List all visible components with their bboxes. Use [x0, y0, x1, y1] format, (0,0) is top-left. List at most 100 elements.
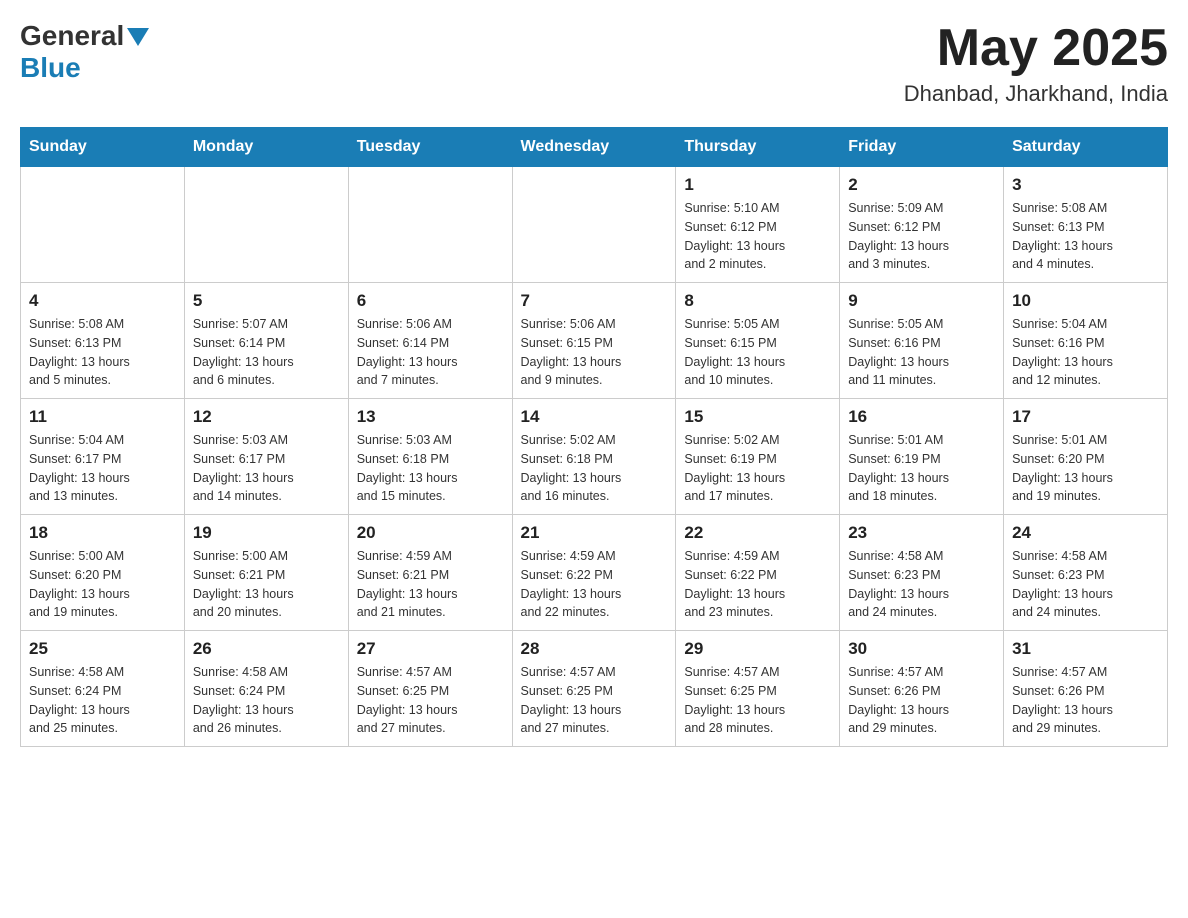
day-number: 15 [684, 407, 831, 427]
calendar-week-row: 18 Sunrise: 5:00 AM Sunset: 6:20 PM Dayli… [21, 515, 1168, 631]
day-number: 2 [848, 175, 995, 195]
logo-general-text: General [20, 20, 124, 52]
day-number: 28 [521, 639, 668, 659]
weekday-header-monday: Monday [184, 128, 348, 167]
day-info: Sunrise: 4:57 AM Sunset: 6:26 PM Dayligh… [1012, 663, 1159, 738]
day-number: 18 [29, 523, 176, 543]
day-number: 12 [193, 407, 340, 427]
calendar-cell [184, 167, 348, 283]
calendar-cell: 29 Sunrise: 4:57 AM Sunset: 6:25 PM Dayli… [676, 631, 840, 747]
day-number: 21 [521, 523, 668, 543]
weekday-header-wednesday: Wednesday [512, 128, 676, 167]
day-info: Sunrise: 5:01 AM Sunset: 6:20 PM Dayligh… [1012, 431, 1159, 506]
calendar-cell: 8 Sunrise: 5:05 AM Sunset: 6:15 PM Daylig… [676, 283, 840, 399]
calendar-cell: 7Sunrise: 5:06 AM Sunset: 6:15 PM Daylig… [512, 283, 676, 399]
day-number: 16 [848, 407, 995, 427]
calendar-cell: 23Sunrise: 4:58 AM Sunset: 6:23 PM Dayli… [840, 515, 1004, 631]
calendar-cell: 21Sunrise: 4:59 AM Sunset: 6:22 PM Dayli… [512, 515, 676, 631]
calendar-cell: 12 Sunrise: 5:03 AM Sunset: 6:17 PM Dayli… [184, 399, 348, 515]
day-info: Sunrise: 4:58 AM Sunset: 6:24 PM Dayligh… [193, 663, 340, 738]
calendar-cell: 24 Sunrise: 4:58 AM Sunset: 6:23 PM Dayli… [1004, 515, 1168, 631]
day-number: 8 [684, 291, 831, 311]
weekday-header-sunday: Sunday [21, 128, 185, 167]
day-number: 6 [357, 291, 504, 311]
day-number: 20 [357, 523, 504, 543]
day-number: 29 [684, 639, 831, 659]
day-number: 3 [1012, 175, 1159, 195]
day-info: Sunrise: 4:57 AM Sunset: 6:25 PM Dayligh… [521, 663, 668, 738]
calendar-cell: 10Sunrise: 5:04 AM Sunset: 6:16 PM Dayli… [1004, 283, 1168, 399]
day-number: 9 [848, 291, 995, 311]
day-number: 24 [1012, 523, 1159, 543]
calendar-cell: 9 Sunrise: 5:05 AM Sunset: 6:16 PM Daylig… [840, 283, 1004, 399]
day-number: 31 [1012, 639, 1159, 659]
calendar-cell: 11 Sunrise: 5:04 AM Sunset: 6:17 PM Dayli… [21, 399, 185, 515]
calendar-cell: 2 Sunrise: 5:09 AM Sunset: 6:12 PM Daylig… [840, 167, 1004, 283]
calendar-cell: 19 Sunrise: 5:00 AM Sunset: 6:21 PM Dayli… [184, 515, 348, 631]
calendar-cell: 1 Sunrise: 5:10 AM Sunset: 6:12 PM Daylig… [676, 167, 840, 283]
day-number: 11 [29, 407, 176, 427]
calendar-week-row: 25Sunrise: 4:58 AM Sunset: 6:24 PM Dayli… [21, 631, 1168, 747]
weekday-header-tuesday: Tuesday [348, 128, 512, 167]
day-number: 14 [521, 407, 668, 427]
calendar-cell: 15 Sunrise: 5:02 AM Sunset: 6:19 PM Dayli… [676, 399, 840, 515]
calendar-week-row: 1 Sunrise: 5:10 AM Sunset: 6:12 PM Daylig… [21, 167, 1168, 283]
calendar-cell: 28 Sunrise: 4:57 AM Sunset: 6:25 PM Dayli… [512, 631, 676, 747]
calendar-cell: 6 Sunrise: 5:06 AM Sunset: 6:14 PM Daylig… [348, 283, 512, 399]
day-info: Sunrise: 5:08 AM Sunset: 6:13 PM Dayligh… [1012, 199, 1159, 274]
day-info: Sunrise: 5:10 AM Sunset: 6:12 PM Dayligh… [684, 199, 831, 274]
day-info: Sunrise: 5:06 AM Sunset: 6:14 PM Dayligh… [357, 315, 504, 390]
calendar-cell [348, 167, 512, 283]
day-info: Sunrise: 5:02 AM Sunset: 6:19 PM Dayligh… [684, 431, 831, 506]
location-title: Dhanbad, Jharkhand, India [904, 81, 1168, 107]
day-info: Sunrise: 5:00 AM Sunset: 6:20 PM Dayligh… [29, 547, 176, 622]
day-info: Sunrise: 4:57 AM Sunset: 6:26 PM Dayligh… [848, 663, 995, 738]
calendar-cell: 13 Sunrise: 5:03 AM Sunset: 6:18 PM Dayli… [348, 399, 512, 515]
day-info: Sunrise: 5:01 AM Sunset: 6:19 PM Dayligh… [848, 431, 995, 506]
day-number: 10 [1012, 291, 1159, 311]
day-info: Sunrise: 5:05 AM Sunset: 6:15 PM Dayligh… [684, 315, 831, 390]
month-title: May 2025 [904, 20, 1168, 77]
day-info: Sunrise: 4:58 AM Sunset: 6:23 PM Dayligh… [848, 547, 995, 622]
day-info: Sunrise: 5:05 AM Sunset: 6:16 PM Dayligh… [848, 315, 995, 390]
day-info: Sunrise: 5:08 AM Sunset: 6:13 PM Dayligh… [29, 315, 176, 390]
calendar-cell: 30 Sunrise: 4:57 AM Sunset: 6:26 PM Dayli… [840, 631, 1004, 747]
day-info: Sunrise: 5:03 AM Sunset: 6:18 PM Dayligh… [357, 431, 504, 506]
calendar-cell [512, 167, 676, 283]
calendar-cell: 5 Sunrise: 5:07 AM Sunset: 6:14 PM Daylig… [184, 283, 348, 399]
day-number: 27 [357, 639, 504, 659]
calendar-cell: 25Sunrise: 4:58 AM Sunset: 6:24 PM Dayli… [21, 631, 185, 747]
calendar-cell: 27 Sunrise: 4:57 AM Sunset: 6:25 PM Dayli… [348, 631, 512, 747]
day-info: Sunrise: 4:57 AM Sunset: 6:25 PM Dayligh… [684, 663, 831, 738]
title-section: May 2025 Dhanbad, Jharkhand, India [904, 20, 1168, 107]
weekday-header-row: SundayMondayTuesdayWednesdayThursdayFrid… [21, 128, 1168, 167]
day-info: Sunrise: 5:04 AM Sunset: 6:17 PM Dayligh… [29, 431, 176, 506]
calendar-cell: 14 Sunrise: 5:02 AM Sunset: 6:18 PM Dayli… [512, 399, 676, 515]
day-info: Sunrise: 5:02 AM Sunset: 6:18 PM Dayligh… [521, 431, 668, 506]
day-number: 4 [29, 291, 176, 311]
calendar-table: SundayMondayTuesdayWednesdayThursdayFrid… [20, 127, 1168, 747]
day-number: 5 [193, 291, 340, 311]
day-info: Sunrise: 5:09 AM Sunset: 6:12 PM Dayligh… [848, 199, 995, 274]
day-info: Sunrise: 5:06 AM Sunset: 6:15 PM Dayligh… [521, 315, 668, 390]
day-number: 1 [684, 175, 831, 195]
day-info: Sunrise: 4:57 AM Sunset: 6:25 PM Dayligh… [357, 663, 504, 738]
weekday-header-saturday: Saturday [1004, 128, 1168, 167]
day-info: Sunrise: 4:58 AM Sunset: 6:23 PM Dayligh… [1012, 547, 1159, 622]
calendar-cell: 17Sunrise: 5:01 AM Sunset: 6:20 PM Dayli… [1004, 399, 1168, 515]
day-info: Sunrise: 5:03 AM Sunset: 6:17 PM Dayligh… [193, 431, 340, 506]
day-info: Sunrise: 4:58 AM Sunset: 6:24 PM Dayligh… [29, 663, 176, 738]
day-info: Sunrise: 4:59 AM Sunset: 6:22 PM Dayligh… [684, 547, 831, 622]
calendar-cell [21, 167, 185, 283]
day-number: 13 [357, 407, 504, 427]
calendar-week-row: 4 Sunrise: 5:08 AM Sunset: 6:13 PM Daylig… [21, 283, 1168, 399]
calendar-cell: 18 Sunrise: 5:00 AM Sunset: 6:20 PM Dayli… [21, 515, 185, 631]
calendar-cell: 22 Sunrise: 4:59 AM Sunset: 6:22 PM Dayli… [676, 515, 840, 631]
calendar-cell: 26Sunrise: 4:58 AM Sunset: 6:24 PM Dayli… [184, 631, 348, 747]
day-number: 19 [193, 523, 340, 543]
day-number: 22 [684, 523, 831, 543]
day-info: Sunrise: 5:00 AM Sunset: 6:21 PM Dayligh… [193, 547, 340, 622]
calendar-cell: 4 Sunrise: 5:08 AM Sunset: 6:13 PM Daylig… [21, 283, 185, 399]
day-number: 30 [848, 639, 995, 659]
day-info: Sunrise: 5:07 AM Sunset: 6:14 PM Dayligh… [193, 315, 340, 390]
